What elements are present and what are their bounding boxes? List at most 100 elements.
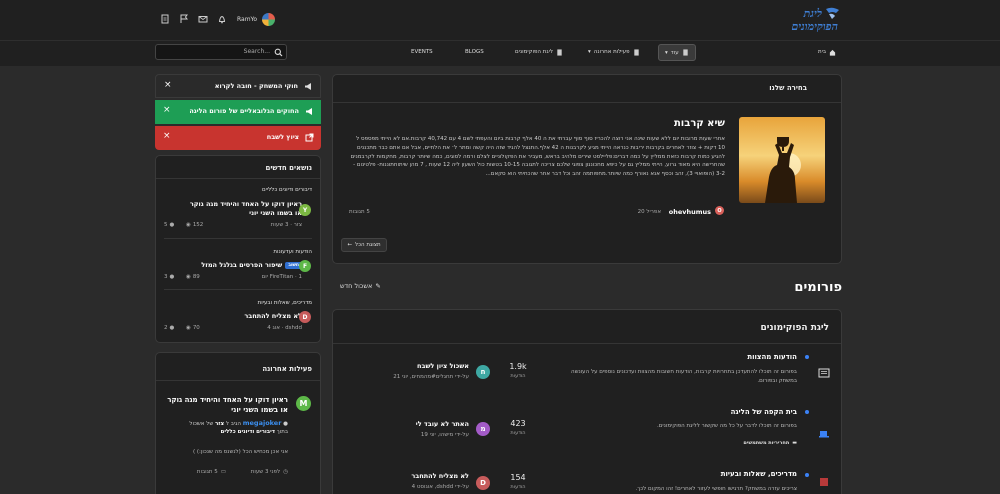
view-all-label: תצוגת הכל [354,242,381,248]
notice-rules-text: חוקי המשחק - חובה לקרוא [214,82,298,90]
nav-events[interactable]: EVENTS [411,45,433,59]
views-count: 89 [192,274,200,280]
nav-home[interactable]: בית [818,45,836,59]
topic-title[interactable]: לא מצליח להתחבר [184,312,302,320]
featured-image[interactable] [739,117,825,203]
last-post-title[interactable]: אשכול ציון לשבח [359,362,469,370]
topic-views: ◉ 89 [186,274,200,280]
arrow-left-icon: ← [347,242,352,248]
pokemon-logo-icon [826,7,839,19]
forum-name[interactable]: בית הקפה של הליגה [731,408,797,416]
author-avatar[interactable]: O [715,206,724,215]
close-icon[interactable]: × [163,105,171,115]
topic-title[interactable]: ראיון דוקו על האחד והיחיד מגה גוקר או בש… [184,200,302,218]
megaphone-icon [306,108,312,115]
flag-icon[interactable] [179,14,189,24]
activity-time: ◷ לפני 3 שעות [251,469,288,475]
views-count: 70 [192,325,200,331]
avatar[interactable]: מ [476,422,490,436]
featured-replies: 5 תגובות [349,209,370,215]
site-logo[interactable]: ליגת הפוקימונים [770,5,840,37]
featured-panel: בחירה שלנו שיא קרבות אחרי שעות מרובות יו… [332,74,842,264]
view-all-button[interactable]: תצוגת הכל ← [341,238,387,252]
forums-title: פורומים [794,280,842,295]
notice-rules[interactable]: חוקי המשחק - חובה לקרוא × [155,74,321,98]
nav-blogs-label: BLOGS [465,49,484,55]
notice-global-rules[interactable]: החוקים הגלובאליים של פורום הליגה × [155,100,321,124]
nav-blogs[interactable]: BLOGS [465,45,484,59]
user-menu[interactable]: RamYo [237,12,276,26]
eye-icon: ◉ [186,222,191,228]
nav-more-label: עוד [670,49,679,56]
logo-line-1: ליגת [803,7,822,20]
forum-stats: 1.9k הודעות [505,362,531,379]
activity-forum[interactable]: דיבורים ודיונים כללים [221,429,275,435]
notice-praise[interactable]: ציוץ לשבח × [155,126,321,150]
topic-forum[interactable]: מדריכים, שאלות ובעיות [192,300,312,306]
replies-count: 5 [164,222,168,228]
comment-icon: ● [169,325,175,331]
category-title[interactable]: ליגת הפוקימונים [761,323,829,333]
top-bar [0,0,1000,40]
mail-icon[interactable] [198,14,208,24]
activity-user[interactable]: megajoker [243,419,282,427]
category-panel: ליגת הפוקימונים הודעות מהצוות בפורום זה … [332,309,842,494]
topic-forum[interactable]: הודעות ועדעונות [192,249,312,255]
nav-more[interactable]: עוד ▾ [658,44,696,61]
topic-meta: צזר · 3 שעות [270,222,302,228]
username: RamYo [237,15,258,23]
forum-name[interactable]: מדריכים, שאלות ובעיות [721,470,797,478]
activity-action: ● megajoker הגיב ל צזר של אשכול בתוך דיב… [163,419,288,436]
last-post-by: על-ידי מישהו, יוני 19 [420,432,469,438]
topic-views: ◉ 70 [186,325,200,331]
document-icon[interactable] [160,14,170,24]
avatar[interactable]: D [299,311,311,323]
avatar[interactable]: D [476,476,490,490]
featured-author[interactable]: ohevhumus [669,208,711,216]
topic-meta: FireTitan · 1 יום [261,274,302,280]
topic-title-row[interactable]: חשוב שיפור הפרסים בגלגל המזל [184,261,302,269]
user-avatar [262,12,276,26]
topic-forum[interactable]: דיבורים ודיונים כלליים [192,187,312,193]
topic-title[interactable]: שיפור הפרסים בגלגל המזל [201,261,282,269]
activity-action-obj[interactable]: צזר [215,421,224,427]
close-icon[interactable]: × [164,80,172,90]
nav-league-label: ליגת הפוקימונים [515,49,553,55]
forum-name[interactable]: הודעות מהצוות [747,353,797,361]
featured-title[interactable]: שיא קרבות [674,118,725,129]
avatar[interactable]: F [299,260,311,272]
bell-icon[interactable] [217,14,227,24]
avatar[interactable]: Y [299,204,311,216]
external-link-icon [305,133,314,142]
forum-desc: בפורום זה תוכלו לדבר על כל מה שקשור לליג… [657,423,797,429]
document-icon [557,48,562,56]
last-post-title[interactable]: לא מצליח להתחבר [359,472,469,480]
activity-replies-text: 5 תגובות [196,469,218,475]
document-icon [683,49,688,56]
new-thread-label: אשכול חדש [340,282,373,290]
chevron-down-icon: ▾ [665,49,668,56]
topic-views: ◉ 152 [186,222,203,228]
forum-desc: צריכים עזרה במשחק? תרגישו חופשי לעזור לא… [635,486,797,492]
new-thread-button[interactable]: ✎ אשכול חדש [340,282,381,290]
featured-panel-title: בחירה שלנו [769,84,807,92]
avatar[interactable]: M [296,396,311,411]
avatar[interactable]: ח [476,365,490,379]
subforum-link[interactable]: ▬ תחריריות משתמשים [743,440,797,446]
close-icon[interactable]: × [163,131,171,141]
nav-events-label: EVENTS [411,49,433,55]
trophy-silhouette-icon [765,137,801,203]
last-post-by: על-ידי תחגלים#מהמחים, יוני 21 [393,374,469,380]
activity-action-mid: הגיב ל [225,421,241,427]
forum-desc: בפורום זה תוכלו להתעדכן בתחרויות קרבות, … [570,369,797,384]
search-input[interactable]: Search... [155,44,287,60]
forum-count-label: הודעות [510,430,526,436]
last-post-title[interactable]: האתר לא עובד לי [359,420,469,428]
activity-quote: אני אכן מכחיש הכל (לנשנס מה שנכון:) ) [192,449,288,455]
activity-in-label: בתוך [276,429,288,435]
nav-league[interactable]: ליגת הפוקימונים [515,45,563,59]
clock-icon: ◷ [283,469,288,475]
last-post-by: על-ידי dshdd, אוגוסט 4 [411,484,469,490]
nav-activity[interactable]: פעילות אחרונה ▾ [588,45,640,59]
activity-title[interactable]: ראיון דוקו על האחד והיחיד מגה גוקר או בש… [166,395,288,415]
